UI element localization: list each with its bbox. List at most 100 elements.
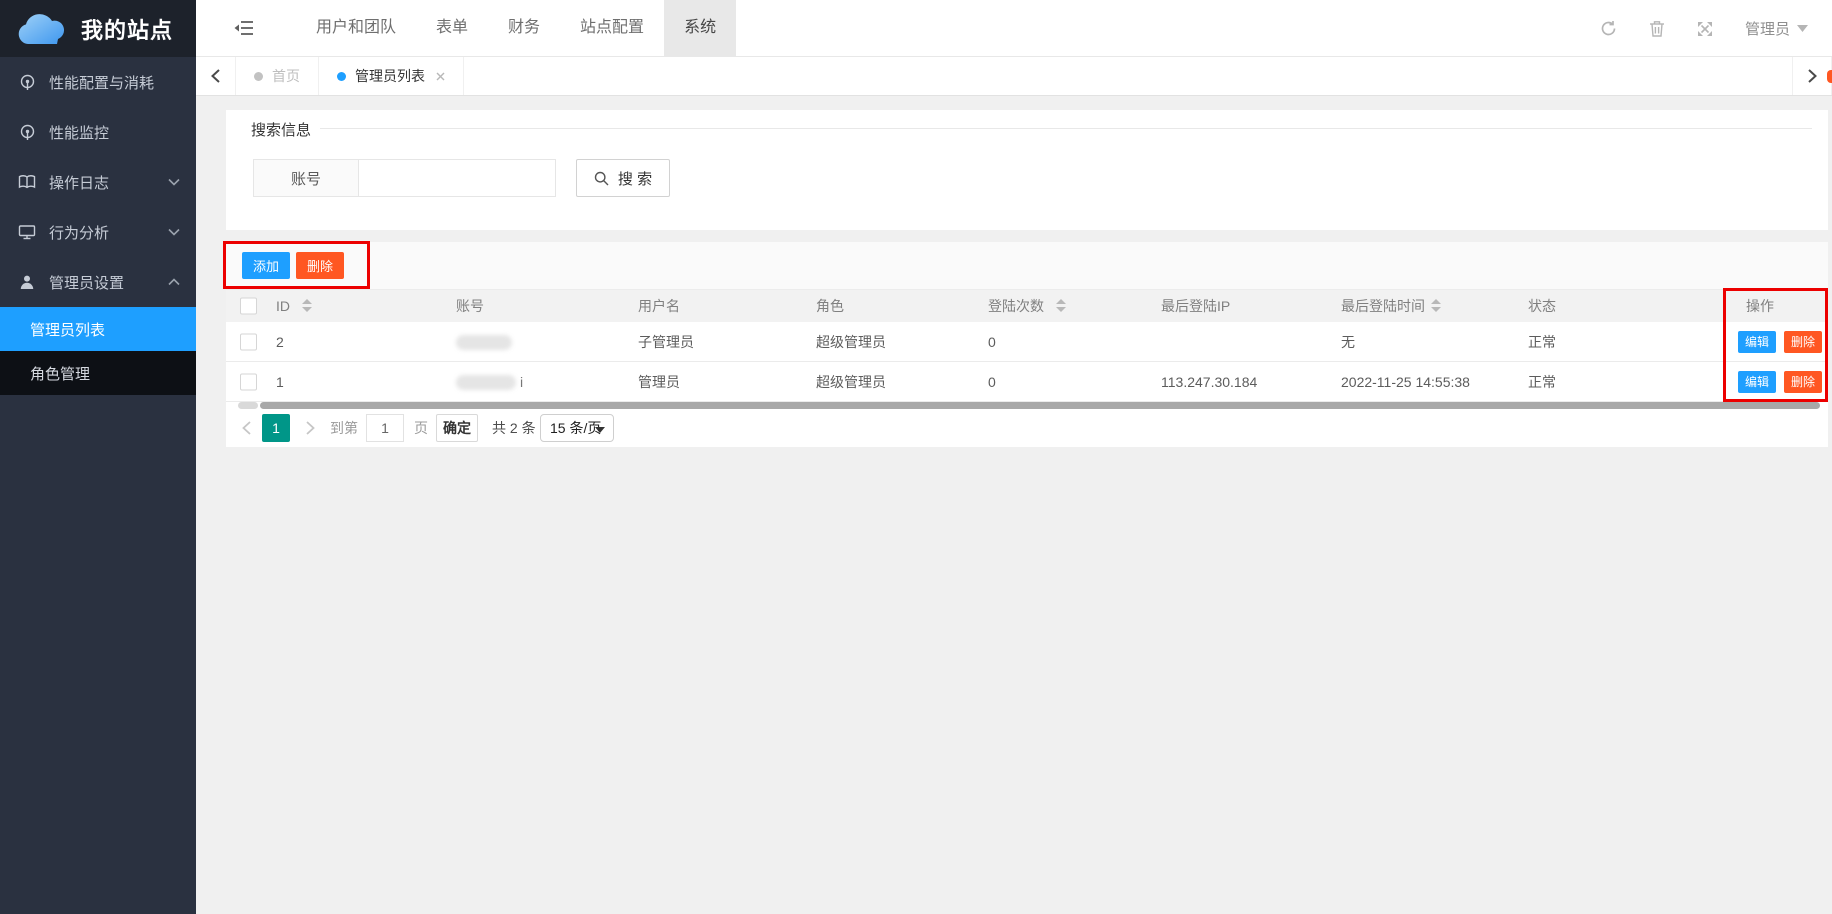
sidebar-toggle-icon[interactable] — [234, 19, 254, 37]
submenu-item-label: 管理员列表 — [30, 319, 105, 340]
nav-menu: 用户和团队 表单 财务 站点配置 系统 — [296, 0, 736, 57]
chevron-right-icon — [1808, 69, 1817, 83]
refresh-icon[interactable] — [1600, 20, 1617, 37]
admin-table-panel: 添加 删除 ID 账号 用户名 角色 登陆次数 最后登陆IP 最后登陆时间 状态… — [226, 242, 1828, 447]
nav-item-finance[interactable]: 财务 — [488, 0, 560, 57]
sidebar-item-behavior-analysis[interactable]: 行为分析 — [0, 207, 196, 257]
cell-login-count: 0 — [988, 322, 996, 362]
cell-role: 超级管理员 — [816, 362, 886, 402]
row-edit-button[interactable]: 编辑 — [1738, 371, 1776, 393]
tabs-scroll-right-button[interactable] — [1792, 57, 1832, 95]
nav-item-forms[interactable]: 表单 — [416, 0, 488, 57]
row-checkbox[interactable] — [240, 333, 257, 350]
search-button[interactable]: 搜 索 — [576, 159, 670, 197]
current-page-button[interactable]: 1 — [262, 414, 290, 442]
caret-down-icon — [1797, 25, 1808, 32]
table-row: 2 子管理员 超级管理员 0 无 正常 编辑 删除 — [226, 322, 1828, 362]
chevron-left-icon — [211, 69, 220, 83]
sidebar-item-label: 性能监控 — [49, 122, 109, 143]
sidebar-item-operation-logs[interactable]: 操作日志 — [0, 157, 196, 207]
horizontal-scrollbar — [226, 402, 1828, 410]
select-all-checkbox[interactable] — [240, 298, 257, 315]
sidebar-item-label: 行为分析 — [49, 222, 109, 243]
sort-icon[interactable] — [302, 299, 312, 312]
goto-page-input[interactable] — [366, 414, 404, 442]
add-button[interactable]: 添加 — [242, 252, 290, 279]
nav-item-system[interactable]: 系统 — [664, 0, 736, 57]
account-field-label: 账号 — [253, 159, 359, 197]
scrollbar-thumb[interactable] — [260, 402, 1820, 409]
user-menu-label: 管理员 — [1745, 18, 1790, 39]
table-row: 1 i 管理员 超级管理员 0 113.247.30.184 2022-11-2… — [226, 362, 1828, 402]
redacted-account-blob — [456, 335, 512, 350]
table-header-row: ID 账号 用户名 角色 登陆次数 最后登陆IP 最后登陆时间 状态 操作 — [226, 289, 1828, 322]
column-header-last-time[interactable]: 最后登陆时间 — [1341, 290, 1425, 322]
tab-home[interactable]: 首页 — [236, 57, 319, 95]
cell-id: 2 — [276, 322, 284, 362]
row-checkbox[interactable] — [240, 373, 257, 390]
sidebar: 我的站点 性能配置与消耗 性能监控 操作日志 — [0, 0, 196, 914]
tab-status-dot — [254, 72, 263, 81]
sidebar-subitem-role-management[interactable]: 角色管理 — [0, 351, 196, 395]
delete-button[interactable]: 删除 — [296, 252, 344, 279]
cell-last-time: 2022-11-25 14:55:38 — [1341, 362, 1470, 402]
column-header-account: 账号 — [456, 290, 484, 322]
tab-label: 管理员列表 — [355, 66, 425, 86]
tab-label: 首页 — [272, 66, 300, 86]
close-icon[interactable] — [436, 72, 445, 81]
search-panel-legend: 搜索信息 — [242, 119, 320, 140]
sort-icon[interactable] — [1056, 299, 1066, 312]
app-logo[interactable]: 我的站点 — [0, 0, 196, 57]
search-button-label: 搜 索 — [618, 168, 652, 189]
tab-bar: 首页 管理员列表 — [196, 57, 1832, 96]
total-count-label: 共 2 条 — [492, 410, 536, 447]
cell-username: 子管理员 — [638, 322, 694, 362]
cloud-logo-icon — [16, 12, 68, 46]
cell-status: 正常 — [1528, 322, 1556, 362]
tabs-scroll-left-button[interactable] — [196, 57, 236, 95]
sidebar-submenu: 管理员列表 角色管理 — [0, 307, 196, 395]
column-header-last-ip: 最后登陆IP — [1161, 290, 1230, 322]
sidebar-item-performance-config[interactable]: 性能配置与消耗 — [0, 57, 196, 107]
table-toolbar: 添加 删除 — [226, 242, 1828, 289]
row-delete-button[interactable]: 删除 — [1784, 331, 1822, 353]
sidebar-item-admin-settings[interactable]: 管理员设置 — [0, 257, 196, 307]
sidebar-item-label: 管理员设置 — [49, 272, 124, 293]
column-header-id[interactable]: ID — [276, 290, 290, 322]
page-size-select[interactable]: 15 条/页 — [540, 414, 614, 442]
scrollbar-track-stub — [238, 402, 258, 409]
nav-item-site-config[interactable]: 站点配置 — [560, 0, 664, 57]
sidebar-item-performance-monitor[interactable]: 性能监控 — [0, 107, 196, 157]
user-menu[interactable]: 管理员 — [1745, 18, 1808, 39]
page-size-value: 15 条/页 — [550, 418, 601, 438]
goto-page-prefix: 到第 — [330, 410, 358, 447]
goto-page-suffix: 页 — [414, 410, 428, 447]
column-header-login-count[interactable]: 登陆次数 — [988, 290, 1044, 322]
goto-confirm-button[interactable]: 确定 — [436, 414, 478, 442]
account-field-group: 账号 — [253, 159, 556, 197]
search-icon — [594, 171, 609, 186]
page-prev-icon[interactable] — [242, 421, 251, 435]
clipped-edge-icon — [1827, 70, 1832, 83]
column-header-status: 状态 — [1528, 290, 1556, 322]
nav-item-users-teams[interactable]: 用户和团队 — [296, 0, 416, 57]
sidebar-subitem-admin-list[interactable]: 管理员列表 — [0, 307, 196, 351]
page-next-icon[interactable] — [306, 421, 315, 435]
tab-admin-list[interactable]: 管理员列表 — [319, 57, 464, 95]
account-visible-text: i — [520, 362, 523, 402]
sort-icon[interactable] — [1431, 299, 1441, 312]
chevron-up-icon — [168, 278, 180, 286]
sidebar-item-label: 操作日志 — [49, 172, 109, 193]
app-title: 我的站点 — [81, 13, 173, 45]
book-icon — [18, 174, 36, 190]
chevron-down-icon — [168, 228, 180, 236]
navbar-actions: 管理员 — [1600, 0, 1808, 57]
account-input[interactable] — [359, 159, 556, 197]
fullscreen-icon[interactable] — [1697, 21, 1713, 37]
row-edit-button[interactable]: 编辑 — [1738, 331, 1776, 353]
caret-down-icon — [595, 427, 605, 433]
trash-icon[interactable] — [1649, 20, 1665, 37]
row-delete-button[interactable]: 删除 — [1784, 371, 1822, 393]
cell-login-count: 0 — [988, 362, 996, 402]
pagination-bar: 1 到第 页 确定 共 2 条 15 条/页 — [226, 410, 1828, 447]
